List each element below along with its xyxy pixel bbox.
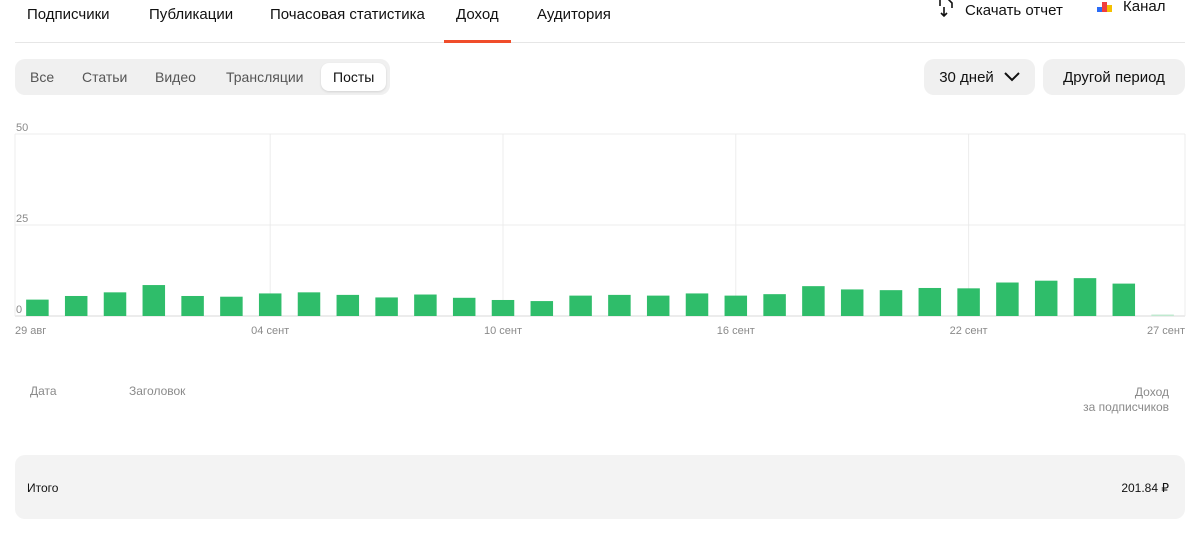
chart-bar (763, 294, 786, 316)
chart-bar (1151, 314, 1174, 316)
tab-hourly-stats[interactable]: Почасовая статистика (270, 6, 425, 43)
total-row: Итого 201.84 ₽ (15, 455, 1185, 519)
chart-bar (1112, 283, 1136, 316)
chart-bar (569, 295, 592, 316)
tab-publications[interactable]: Публикации (149, 6, 233, 43)
chart-bar (685, 293, 709, 316)
chart-bar (297, 292, 321, 316)
chart-bar (142, 285, 166, 316)
period-label: 30 дней (939, 68, 994, 86)
channel-logo-icon (1097, 1, 1113, 12)
chart-bar (918, 287, 942, 316)
chart-bar (646, 295, 670, 316)
chart-bar (608, 294, 631, 316)
chart-bar (103, 292, 127, 316)
x-tick-label: 04 сент (251, 325, 289, 337)
other-period-button[interactable]: Другой период (1043, 59, 1185, 95)
chart-bar (879, 290, 903, 316)
column-title[interactable]: Заголовок (129, 384, 185, 398)
y-tick-label: 25 (16, 213, 28, 225)
chart-bar (996, 282, 1019, 316)
filter-broadcasts[interactable]: Трансляции (214, 63, 315, 91)
total-label: Итого (27, 481, 59, 495)
x-tick-label: 16 сент (717, 325, 755, 337)
filter-posts[interactable]: Посты (321, 63, 387, 91)
chart-bar (452, 297, 476, 316)
chart-bar (530, 301, 554, 316)
download-report-button[interactable]: Скачать отчет (937, 0, 1063, 22)
filter-videos[interactable]: Видео (143, 63, 208, 91)
income-bar-chart: 50 25 0 29 авг 04 сент 10 сент 16 сент 22 сент… (14, 122, 1186, 337)
chart-y-ticks: 50 25 0 (16, 122, 28, 316)
chart-bar (258, 293, 282, 316)
total-value: 201.84 ₽ (1121, 481, 1169, 495)
tab-subscribers[interactable]: Подписчики (27, 6, 110, 43)
column-date[interactable]: Дата (30, 384, 57, 398)
chart-bar (840, 289, 864, 316)
channel-label: Канал (1123, 0, 1166, 15)
y-tick-label: 50 (16, 122, 28, 134)
x-tick-label: 22 сент (950, 325, 988, 337)
chart-bar (491, 299, 515, 316)
channel-button[interactable]: Канал (1097, 0, 1165, 15)
column-income[interactable]: Доход за подписчиков (1083, 385, 1169, 415)
chart-bar (26, 299, 49, 316)
chart-bar (957, 288, 980, 316)
chart-bar (181, 295, 204, 316)
chart-bar (64, 295, 88, 316)
x-tick-label: 29 авг (15, 325, 46, 337)
period-dropdown[interactable]: 30 дней (924, 59, 1035, 95)
x-tick-label: 10 сент (484, 325, 522, 337)
filter-all[interactable]: Все (18, 63, 66, 91)
x-tick-label: 27 сент (1147, 325, 1185, 337)
chart-bar (802, 286, 825, 316)
chart-bar (1073, 278, 1097, 316)
tab-income[interactable]: Доход (444, 6, 511, 43)
chart-bars (26, 278, 1174, 316)
chart-x-ticks: 29 авг 04 сент 10 сент 16 сент 22 сент 27 сен… (15, 325, 1185, 337)
download-icon (937, 0, 955, 22)
y-tick-label: 0 (16, 304, 22, 316)
tab-audience[interactable]: Аудитория (537, 6, 611, 43)
column-income-line1: Доход (1134, 385, 1169, 399)
chart-bar (724, 295, 748, 316)
download-report-label: Скачать отчет (965, 1, 1063, 19)
chart-bar (1034, 280, 1058, 316)
chevron-down-icon (1004, 69, 1020, 86)
chart-bar (414, 294, 437, 316)
chart-bar (220, 296, 243, 316)
filter-articles[interactable]: Статьи (70, 63, 139, 91)
content-type-filter: Все Статьи Видео Трансляции Посты (15, 59, 390, 95)
column-income-line2: за подписчиков (1083, 400, 1169, 414)
chart-bar (375, 297, 398, 316)
chart-bar (336, 294, 360, 316)
